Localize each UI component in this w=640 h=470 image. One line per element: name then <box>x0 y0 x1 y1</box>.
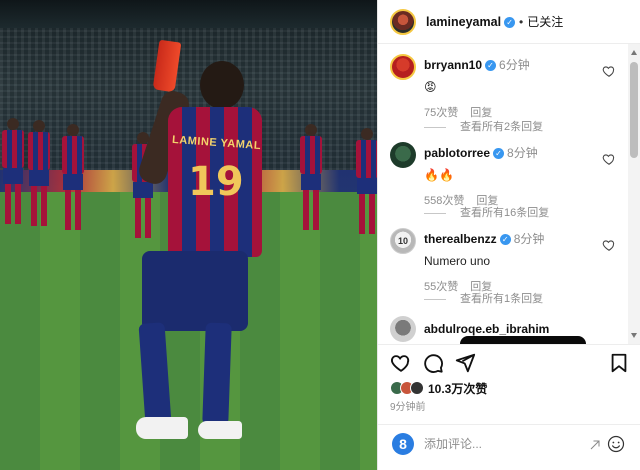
player-leg <box>202 322 232 426</box>
post-actions-bar <box>378 350 640 376</box>
comment-input[interactable] <box>424 434 554 454</box>
author-avatar[interactable] <box>390 8 416 35</box>
comment-username[interactable]: brryann10 <box>424 58 482 72</box>
player-leg <box>138 322 172 426</box>
verified-badge-icon: ✓ <box>493 148 505 159</box>
emoji-icon[interactable] <box>607 435 625 453</box>
comment-time: 6分钟 <box>499 58 530 72</box>
scroll-thumb[interactable] <box>630 62 638 158</box>
comment-text: Numero uno <box>424 254 491 268</box>
author-username[interactable]: lamineyamal ✓ <box>426 15 516 29</box>
comments-list[interactable]: brryann10 ✓ 6分钟 😡 75次赞 回复 查看所有2条回复 pablotor… <box>378 44 628 344</box>
current-user-avatar-icon: 8 <box>392 433 414 455</box>
post-photo[interactable]: LAMINE YAMAL 19 <box>0 0 377 470</box>
voice-icon[interactable] <box>589 439 601 451</box>
comments-scrollbar[interactable] <box>628 44 640 344</box>
post-side-panel: lamineyamal ✓ • 已关注 brryann10 ✓ 6分钟 😡 75次赞回… <box>377 0 640 470</box>
heart-icon[interactable] <box>602 64 616 78</box>
verified-badge-icon: ✓ <box>504 16 516 28</box>
heart-icon[interactable] <box>390 352 412 374</box>
player-boot <box>198 421 242 439</box>
post-header: lamineyamal ✓ • 已关注 <box>378 0 640 44</box>
background-player <box>2 118 24 238</box>
comment-avatar[interactable] <box>390 142 416 168</box>
post-timestamp: 9分钟前 <box>390 402 426 413</box>
scroll-down-arrow-icon[interactable] <box>631 333 637 338</box>
likes-count[interactable]: 10.3万次赞 <box>428 380 487 397</box>
verified-badge-icon: ✓ <box>485 60 497 71</box>
divider <box>378 344 640 345</box>
verified-badge-icon: ✓ <box>499 234 511 245</box>
background-player <box>300 124 322 244</box>
heart-icon[interactable] <box>602 152 616 166</box>
toast-bar <box>460 336 586 344</box>
send-icon[interactable] <box>454 352 476 374</box>
player-shorts <box>142 251 248 331</box>
comment-text: 🔥🔥 <box>424 168 454 182</box>
scroll-up-arrow-icon[interactable] <box>631 50 637 55</box>
comment-username[interactable]: abdulroqe.eb_ibrahim <box>424 322 549 336</box>
stadium-roof <box>0 0 377 28</box>
likes-summary[interactable]: 10.3万次赞 <box>390 378 487 398</box>
comment-avatar[interactable] <box>390 316 416 342</box>
comment-avatar[interactable]: 10 <box>390 228 416 254</box>
main-player: LAMINE YAMAL 19 <box>130 39 270 455</box>
add-comment-area: 8 <box>378 425 640 470</box>
comment-icon[interactable] <box>422 352 444 374</box>
header-separator: • <box>519 14 524 29</box>
shirt-number: 19 <box>188 159 244 205</box>
bookmark-icon[interactable] <box>608 352 630 374</box>
view-replies-link[interactable]: 查看所有16条回复 <box>424 204 549 220</box>
background-player <box>28 120 50 240</box>
follow-status-button[interactable]: 已关注 <box>527 13 563 30</box>
player-boot <box>136 417 188 439</box>
background-player <box>356 128 377 248</box>
view-replies-link[interactable]: 查看所有2条回复 <box>424 118 543 134</box>
liker-avatar <box>410 381 424 395</box>
player-head <box>200 61 244 109</box>
view-replies-link[interactable]: 查看所有1条回复 <box>424 290 543 306</box>
heart-icon[interactable] <box>602 238 616 252</box>
comment-time: 8分钟 <box>513 232 545 246</box>
comment-time: 8分钟 <box>507 146 538 160</box>
comment-text: 😡 <box>424 80 437 94</box>
comment-avatar[interactable] <box>390 54 416 80</box>
comment-username[interactable]: therealbenzz <box>424 232 497 246</box>
background-player <box>62 124 84 244</box>
comment-username[interactable]: pablotorree <box>424 146 490 160</box>
